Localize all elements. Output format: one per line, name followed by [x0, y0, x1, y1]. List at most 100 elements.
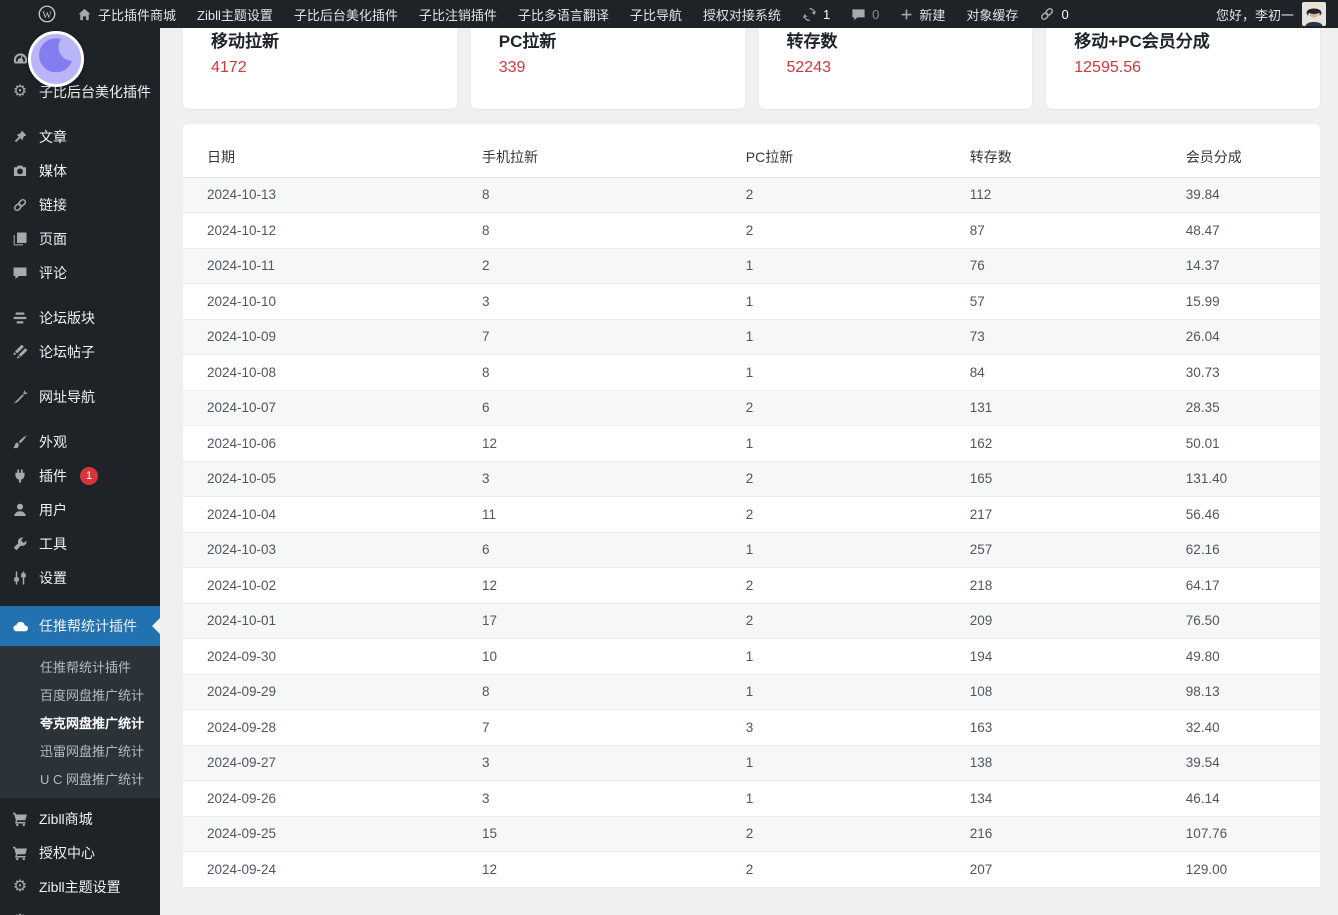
admin-bar-item-signout-plugin[interactable]: 子比注销插件 [419, 5, 497, 24]
mobile-new-cell: 3 [482, 780, 746, 817]
admin-bar-user-menu[interactable]: 您好，李初一 [1216, 2, 1326, 26]
sidebar-item-5[interactable]: 页面 [0, 222, 160, 256]
submenu-item-2[interactable]: 夸克网盘推广统计 [0, 708, 160, 736]
sidebar-menu: 仪表盘⚙子比后台美化插件文章媒体链接页面评论论坛版块论坛帖子网址导航外观插件1用… [0, 41, 160, 915]
saves-cell: 257 [969, 532, 1186, 568]
brush-icon [10, 432, 30, 452]
saves-cell: 112 [969, 177, 1186, 213]
saves-cell: 108 [969, 674, 1186, 710]
sidebar-item-label: 页面 [39, 231, 67, 247]
share-cell: 48.47 [1185, 212, 1320, 249]
date-cell: 2024-09-28 [183, 709, 483, 746]
pc-new-cell: 2 [745, 390, 970, 426]
saves-cell: 138 [969, 745, 1186, 781]
admin-bar-item-translate[interactable]: 子比多语言翻译 [518, 5, 609, 24]
mobile-new-cell: 8 [482, 354, 746, 391]
admin-bar-item-beautify[interactable]: 子比后台美化插件 [294, 5, 398, 24]
sidebar-item-4[interactable]: 链接 [0, 188, 160, 222]
date-cell: 2024-10-04 [183, 496, 483, 533]
sidebar-item-8[interactable]: 论坛帖子 [0, 335, 160, 369]
dashboard-icon [10, 48, 30, 68]
pc-new-cell: 1 [745, 283, 970, 320]
sidebar-item-16[interactable]: Zibll商城 [0, 802, 160, 836]
mobile-new-cell: 17 [482, 603, 746, 639]
mobile-new-cell: 8 [482, 177, 746, 213]
admin-bar-new[interactable]: 新建 [900, 5, 945, 24]
date-cell: 2024-10-02 [183, 567, 483, 604]
forum-icon [10, 308, 30, 328]
submenu-item-4[interactable]: U C 网盘推广统计 [0, 764, 160, 792]
update-count: 1 [822, 6, 831, 22]
sidebar-item-label: 网址导航 [39, 389, 95, 405]
share-cell: 39.84 [1185, 177, 1320, 213]
date-cell: 2024-10-05 [183, 461, 483, 497]
table-row: 2024-10-02 12 2 218 64.17 [183, 567, 1320, 604]
sidebar-item-label: 授权中心 [39, 845, 95, 861]
submenu-item-3[interactable]: 迅雷网盘推广统计 [0, 736, 160, 764]
sidebar-item-3[interactable]: 媒体 [0, 154, 160, 188]
admin-bar-links[interactable]: 0 [1039, 6, 1069, 22]
saves-cell: 209 [969, 603, 1186, 639]
pc-new-cell: 1 [745, 638, 970, 675]
admin-bar-item-zibll-settings[interactable]: Zibll主题设置 [197, 5, 273, 24]
date-cell: 2024-10-09 [183, 319, 483, 355]
saves-cell: 217 [969, 496, 1186, 533]
svg-text:W: W [42, 10, 52, 21]
sidebar-item-15[interactable]: 任推帮统计插件 [0, 606, 160, 646]
sidebar-item-6[interactable]: 评论 [0, 256, 160, 290]
sidebar-item-partial[interactable]: ⚙ [0, 904, 160, 915]
admin-bar-object-cache[interactable]: 对象缓存 [966, 5, 1018, 24]
table-row: 2024-10-04 11 2 217 56.46 [183, 496, 1320, 533]
sidebar-item-label: 任推帮统计插件 [39, 618, 137, 634]
sidebar-item-13[interactable]: 工具 [0, 527, 160, 561]
admin-bar-comments[interactable]: 0 [851, 7, 879, 22]
dark-mode-toggle-button[interactable] [28, 31, 84, 87]
gear-icon: ⚙ [12, 83, 28, 100]
pc-new-cell: 1 [745, 780, 970, 817]
admin-bar-updates[interactable]: 1 [802, 7, 830, 22]
admin-bar-site-link[interactable]: 子比插件商城 [77, 5, 176, 24]
moon-icon [31, 34, 81, 84]
sidebar-item-1[interactable]: ⚙ 子比后台美化插件 [0, 75, 160, 109]
stat-card-value: 12595.56 [1074, 59, 1141, 76]
table-row: 2024-10-06 12 1 162 50.01 [183, 425, 1320, 462]
pc-new-cell: 2 [745, 461, 970, 497]
user-icon [10, 500, 30, 520]
mobile-new-cell: 7 [482, 709, 746, 746]
sidebar-item-9[interactable]: 网址导航 [0, 380, 160, 414]
admin-bar-item-license[interactable]: 授权对接系统 [703, 5, 781, 24]
mobile-new-cell: 3 [482, 283, 746, 320]
saves-cell: 73 [969, 319, 1186, 355]
saves-cell: 131 [969, 390, 1186, 426]
wordpress-logo-icon[interactable]: W [38, 5, 56, 23]
wrench-icon [10, 534, 30, 554]
table-header-row: 日期 手机拉新 PC拉新 转存数 会员分成 [183, 137, 1320, 178]
pc-new-cell: 1 [745, 248, 970, 284]
plugin-icon [10, 466, 30, 486]
saves-cell: 218 [969, 567, 1186, 604]
column-header-2: PC拉新 [745, 137, 970, 178]
update-icon [802, 7, 817, 22]
sidebar-item-2[interactable]: 文章 [0, 120, 160, 154]
admin-bar-item-nav[interactable]: 子比导航 [630, 5, 682, 24]
sidebar-item-label: 评论 [39, 265, 67, 281]
sidebar-item-12[interactable]: 用户 [0, 493, 160, 527]
date-cell: 2024-10-07 [183, 390, 483, 426]
submenu-item-1[interactable]: 百度网盘推广统计 [0, 680, 160, 708]
home-icon [77, 7, 92, 22]
sidebar-item-18[interactable]: ⚙ Zibll主题设置 [0, 870, 160, 904]
submenu-item-0[interactable]: 任推帮统计插件 [0, 652, 160, 680]
sidebar-item-14[interactable]: 设置 [0, 561, 160, 595]
sidebar-item-17[interactable]: 授权中心 [0, 836, 160, 870]
sidebar-item-7[interactable]: 论坛版块 [0, 301, 160, 335]
share-cell: 62.16 [1185, 532, 1320, 568]
sidebar-item-11[interactable]: 插件 1 [0, 459, 160, 493]
date-cell: 2024-10-06 [183, 425, 483, 462]
sidebar-item-10[interactable]: 外观 [0, 425, 160, 459]
pc-new-cell: 1 [745, 425, 970, 462]
date-cell: 2024-09-26 [183, 780, 483, 817]
share-cell: 64.17 [1185, 567, 1320, 604]
stat-card-value: 339 [498, 59, 526, 76]
table-row: 2024-10-03 6 1 257 62.16 [183, 532, 1320, 568]
table-row: 2024-09-25 15 2 216 107.76 [183, 816, 1320, 852]
